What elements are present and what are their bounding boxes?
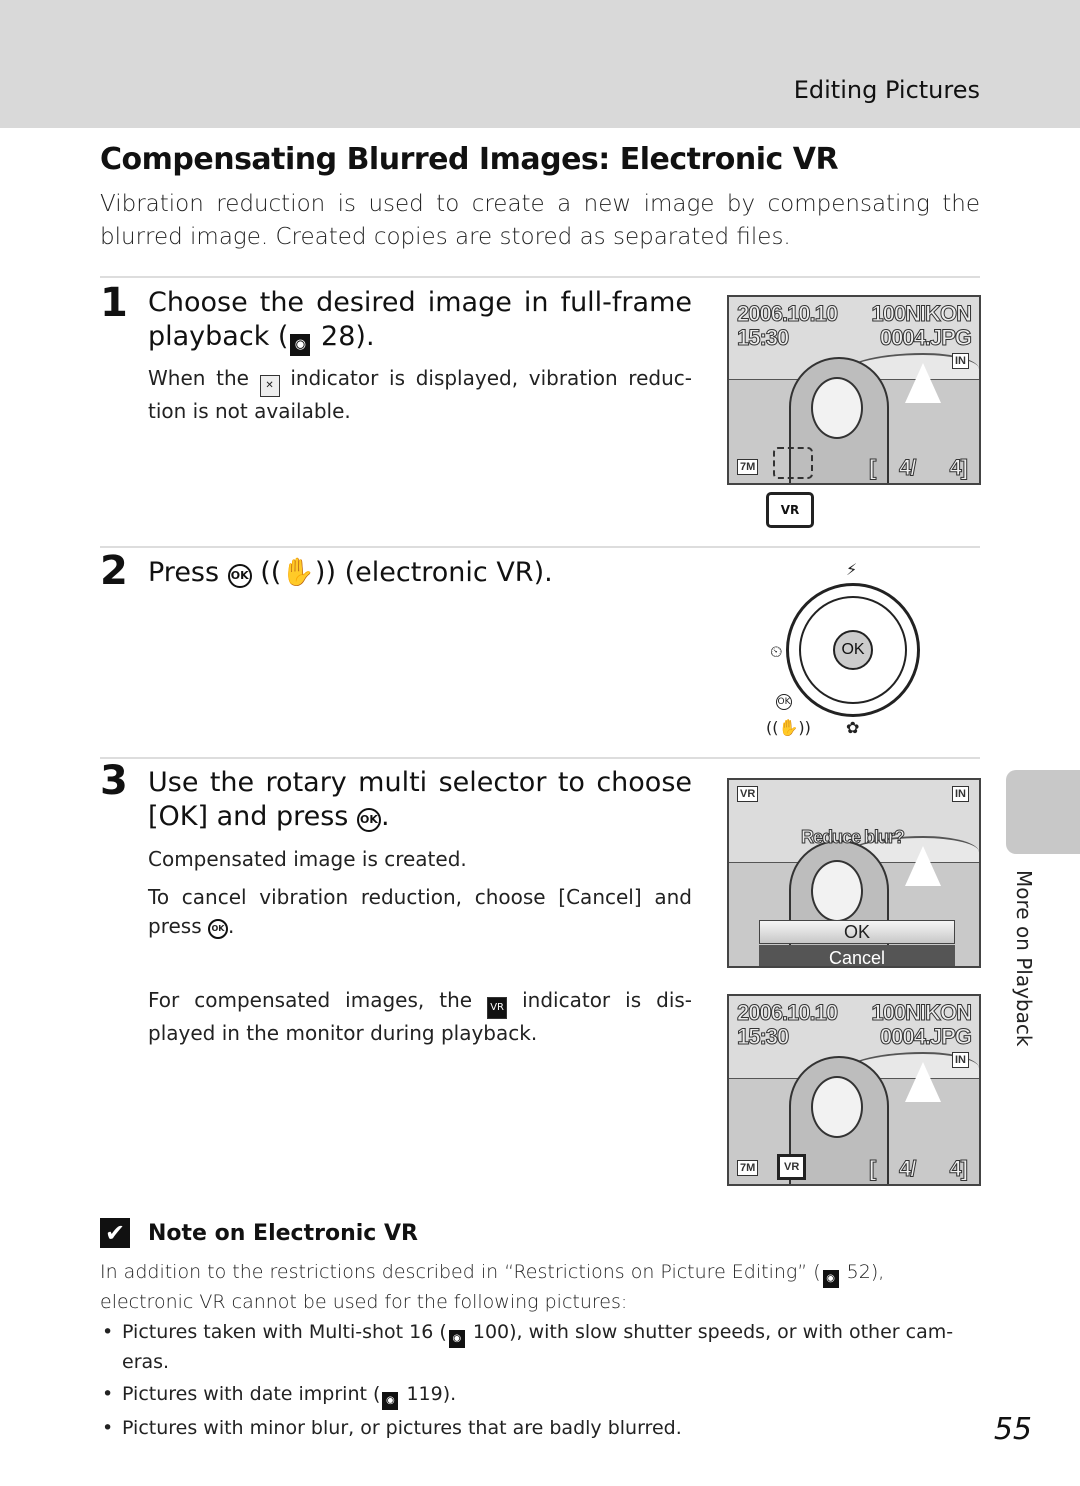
image-size-icon: 7M — [737, 459, 759, 475]
osd-frame-total: 4] — [949, 1156, 969, 1181]
sailboat-illustration — [905, 846, 941, 886]
self-timer-icon: ⏲ — [770, 642, 783, 661]
osd-date: 2006.10.10 — [736, 1000, 838, 1025]
face-illustration — [811, 860, 863, 922]
step-number: 1 — [100, 280, 128, 326]
rotary-multi-selector[interactable]: OK — [786, 583, 920, 717]
vr-compensated-icon: VR — [487, 997, 508, 1019]
dialog-cancel-option[interactable]: Cancel — [759, 945, 955, 966]
playback-screen: 2006.10.10 15:30 100NIKON 0004.JPG IN 7M… — [727, 295, 981, 485]
vr-icon: VR — [737, 786, 759, 802]
step-1-body: When the ✕ indicator is displayed, vibra… — [148, 364, 692, 426]
list-item: Pictures with date imprint (◉ 119). — [100, 1380, 980, 1410]
result-playback-screen: 2006.10.10 15:30 100NIKON 0004.JPG IN 7M… — [727, 994, 981, 1186]
step-3-body-3-text: For compensated images, the — [148, 988, 473, 1012]
chapter-tab[interactable] — [1006, 770, 1080, 854]
osd-folder: 100NIKON — [871, 1000, 973, 1025]
page-number: 55 — [993, 1412, 1032, 1447]
list-item-text: Pictures with minor blur, or pictures th… — [122, 1417, 682, 1439]
note-heading-text: Note on Electronic VR — [148, 1220, 418, 1246]
vr-compensated-indicator: VR — [777, 1154, 807, 1180]
osd-time: 15:30 — [736, 325, 789, 350]
check-icon: ✔ — [100, 1218, 130, 1248]
face-illustration — [811, 1076, 863, 1138]
ok-button-icon: OK — [227, 564, 252, 588]
list-item-text: Pictures with date imprint ( — [122, 1383, 381, 1405]
face-illustration — [811, 377, 863, 439]
step-2-heading-text: Press — [148, 557, 220, 588]
page-ref-icon: ◉ — [382, 1392, 399, 1410]
step-1-body-text: When the — [148, 366, 249, 390]
electronic-vr-icon: ((✋)) — [766, 718, 811, 737]
osd-frame-total: 4] — [949, 455, 969, 480]
list-item-text: Pictures taken with Multi-shot 16 ( — [122, 1321, 447, 1343]
ok-button[interactable]: OK — [833, 630, 873, 670]
chapter-label: More on Playback — [1012, 870, 1036, 1047]
sailboat-illustration — [905, 363, 941, 403]
dialog-prompt: Reduce blur? — [800, 827, 905, 848]
page-ref-number[interactable]: 100 — [473, 1321, 509, 1343]
page-title: Compensating Blurred Images: Electronic … — [100, 142, 839, 177]
vr-unavailable-callout: VR — [766, 492, 814, 528]
divider — [100, 276, 980, 278]
restriction-list: Pictures taken with Multi-shot 16 (◉ 100… — [100, 1318, 980, 1446]
sailboat-illustration — [905, 1062, 941, 1102]
note-body: In addition to the restrictions describe… — [100, 1258, 980, 1316]
page-ref-icon: ◉ — [822, 1270, 839, 1288]
step-3-body-2: To cancel vibration reduction, choose [C… — [148, 883, 692, 941]
osd-file: 0004.JPG — [879, 1024, 972, 1049]
dialog-ok-option[interactable]: OK — [759, 920, 955, 944]
vr-indicator-highlight — [773, 447, 813, 479]
page-ref-number[interactable]: 28 — [321, 321, 355, 352]
step-3-heading-end: . — [380, 801, 390, 832]
osd-file: 0004.JPG — [879, 325, 972, 350]
note-heading: ✔ Note on Electronic VR — [100, 1218, 418, 1248]
page-ref-icon: ◉ — [448, 1330, 465, 1348]
list-item: Pictures with minor blur, or pictures th… — [100, 1414, 980, 1442]
list-item: Pictures taken with Multi-shot 16 (◉ 100… — [100, 1318, 980, 1376]
step-1-heading: Choose the desired image in full-frame p… — [148, 286, 692, 356]
osd-date: 2006.10.10 — [736, 301, 838, 326]
ok-button-icon: OK — [356, 808, 381, 832]
header-band — [0, 0, 1080, 128]
note-body-text: In addition to the restrictions describe… — [100, 1261, 821, 1283]
list-item-text-2: ). — [442, 1383, 457, 1405]
step-3-body-2-end: . — [227, 914, 235, 938]
step-3-body-3: For compensated images, the VR indicator… — [148, 986, 692, 1048]
step-3-body-1: Compensated image is created. — [148, 847, 467, 871]
flash-icon: ⚡ — [846, 560, 858, 579]
step-2-heading-end: ((✋)) (electronic VR). — [260, 557, 553, 588]
internal-memory-icon: IN — [952, 353, 969, 369]
internal-memory-icon: IN — [952, 1052, 969, 1068]
page-ref-icon: ◉ — [290, 334, 311, 356]
internal-memory-icon: IN — [952, 786, 969, 802]
step-3-heading-text: Use the rotary multi selector to choose … — [148, 767, 692, 832]
divider — [100, 546, 980, 548]
osd-folder: 100NIKON — [871, 301, 973, 326]
osd-frame-open: [ — [868, 455, 876, 480]
step-1-heading-end: ). — [355, 321, 375, 352]
osd-frame-current: 4/ — [898, 1156, 916, 1181]
small-ok-icon: OK — [776, 694, 792, 710]
page-ref-number[interactable]: 52 — [847, 1261, 871, 1283]
osd-frame-current: 4/ — [898, 455, 916, 480]
step-2-heading: Press OK ((✋)) (electronic VR). — [148, 556, 708, 590]
vr-unavailable-icon: ✕ — [259, 375, 280, 397]
step-3-heading: Use the rotary multi selector to choose … — [148, 766, 692, 834]
macro-icon: ✿ — [846, 718, 860, 737]
osd-time: 15:30 — [736, 1024, 789, 1049]
step-1-heading-text: Choose the desired image in full-frame p… — [148, 287, 692, 352]
page-ref-number[interactable]: 119 — [406, 1383, 442, 1405]
reduce-blur-dialog-screen: VR IN Reduce blur? OK Cancel — [727, 778, 981, 968]
step-number: 3 — [100, 758, 128, 804]
ok-button-icon: OK — [207, 919, 228, 939]
section-name: Editing Pictures — [793, 76, 980, 104]
divider — [100, 757, 980, 759]
image-size-icon: 7M — [737, 1160, 759, 1176]
intro-text: Vibration reduction is used to create a … — [100, 191, 980, 250]
step-number: 2 — [100, 548, 128, 594]
osd-frame-open: [ — [868, 1156, 876, 1181]
